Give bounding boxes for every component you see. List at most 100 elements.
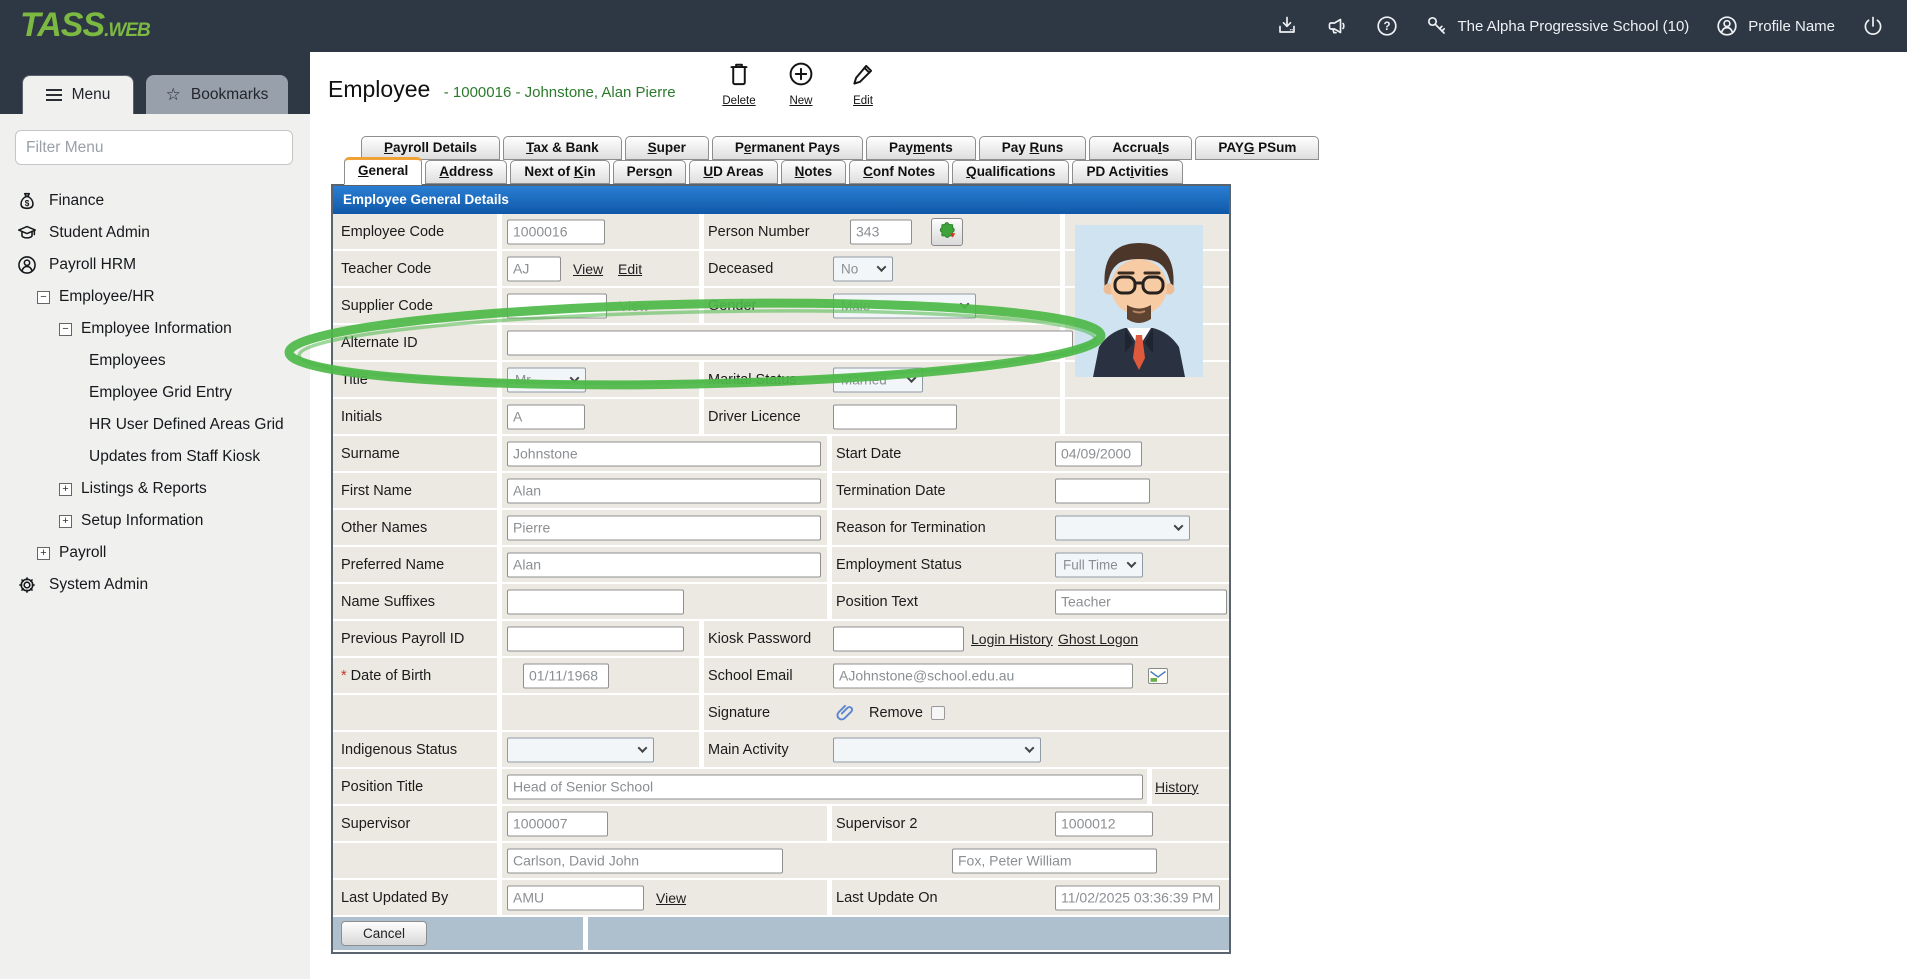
surname-input[interactable] <box>507 441 821 466</box>
cancel-button[interactable]: Cancel <box>341 921 427 946</box>
filter-menu-input[interactable] <box>15 130 293 165</box>
gender-select[interactable]: Male <box>833 293 976 318</box>
teacher-view-link[interactable]: View <box>573 261 603 277</box>
last-updated-by-input[interactable] <box>507 885 644 910</box>
reason-termination-select[interactable] <box>1055 515 1190 540</box>
start-date-input[interactable] <box>1055 441 1142 466</box>
supervisor-name-input[interactable] <box>507 848 783 873</box>
form-row: Last Updated ByViewLast Update On <box>333 880 1229 915</box>
sidebar-item-payroll[interactable]: + Payroll <box>0 537 310 569</box>
position-text-input[interactable] <box>1055 589 1227 614</box>
remove-checkbox[interactable] <box>931 706 945 720</box>
logout-power-icon[interactable] <box>1861 14 1885 38</box>
tab-tax-bank[interactable]: Tax & Bank <box>503 136 622 160</box>
tab-payments[interactable]: Payments <box>866 136 976 160</box>
previous-payroll-id-input[interactable] <box>507 626 684 651</box>
sidebar-item-finance[interactable]: $Finance <box>0 185 310 217</box>
deceased-select[interactable]: No <box>833 256 893 281</box>
title-select[interactable]: Mr <box>507 367 586 392</box>
collapse-icon[interactable]: − <box>59 323 72 336</box>
attachment-icon[interactable] <box>835 702 857 724</box>
divider <box>827 806 832 841</box>
divider <box>827 436 832 471</box>
termination-date-input[interactable] <box>1055 478 1150 503</box>
preferred-name-input[interactable] <box>507 552 821 577</box>
history-link[interactable]: History <box>1155 779 1199 795</box>
teacher-code-input[interactable] <box>507 256 561 281</box>
first-name-input[interactable] <box>507 478 821 503</box>
last-update-on-input[interactable] <box>1055 885 1220 910</box>
help-icon[interactable]: ? <box>1375 14 1399 38</box>
alternate-id-input[interactable] <box>507 330 1073 355</box>
download-icon[interactable] <box>1275 14 1299 38</box>
supervisor2-input[interactable] <box>1055 811 1153 836</box>
school-email-input[interactable] <box>833 663 1133 688</box>
sidebar-item-updates-from-staff-kiosk[interactable]: Updates from Staff Kiosk <box>0 441 310 473</box>
expand-icon[interactable]: + <box>59 483 72 496</box>
tab-pd-activities[interactable]: PD Activities <box>1072 160 1182 184</box>
new-button[interactable]: New <box>777 59 825 107</box>
expand-icon[interactable]: + <box>37 547 50 560</box>
kiosk-password-input[interactable] <box>833 626 964 651</box>
sidebar-item-employee-information[interactable]: −Employee Information <box>0 313 310 345</box>
expand-icon[interactable]: + <box>59 515 72 528</box>
tab-notes[interactable]: Notes <box>781 160 847 184</box>
announcements-icon[interactable] <box>1325 14 1349 38</box>
employment-status-select[interactable]: Full Time <box>1055 552 1143 577</box>
name-suffixes-input[interactable] <box>507 589 684 614</box>
ghost-logon-link[interactable]: Ghost Logon <box>1058 631 1138 647</box>
supervisor-input[interactable] <box>507 811 608 836</box>
people-picker-button[interactable] <box>931 218 963 246</box>
sidebar-item-student-admin[interactable]: Student Admin <box>0 217 310 249</box>
date-of-birth-input[interactable] <box>523 663 609 688</box>
profile-menu[interactable]: Profile Name <box>1715 14 1835 38</box>
supervisor2-name-input[interactable] <box>952 848 1157 873</box>
tab-bookmarks[interactable]: ☆ Bookmarks <box>146 75 288 114</box>
tab-ud-areas[interactable]: UD Areas <box>689 160 777 184</box>
other-names-input[interactable] <box>507 515 821 540</box>
driver-licence-input[interactable] <box>833 404 957 429</box>
selected-value: Male <box>841 298 870 313</box>
selected-value: Married <box>841 372 887 387</box>
sidebar-item-employee-hr[interactable]: −Employee/HR <box>0 281 310 313</box>
indigenous-status-select[interactable] <box>507 737 654 762</box>
tab-super[interactable]: Super <box>625 136 709 160</box>
edit-button[interactable]: Edit <box>839 59 887 107</box>
form-row <box>333 843 1229 878</box>
main-activity-select[interactable] <box>833 737 1041 762</box>
supplier-code-input[interactable] <box>507 293 607 318</box>
sidebar-item-setup-information[interactable]: +Setup Information <box>0 505 310 537</box>
login-history-link[interactable]: Login History <box>971 631 1053 647</box>
tab-conf-notes[interactable]: Conf Notes <box>849 160 949 184</box>
tab-person[interactable]: Person <box>613 160 687 184</box>
tab-general[interactable]: General <box>344 157 422 185</box>
position-title-input[interactable] <box>507 774 1143 799</box>
collapse-icon[interactable]: − <box>37 291 50 304</box>
delete-button[interactable]: Delete <box>715 59 763 107</box>
supplier-view-text: View <box>619 298 649 314</box>
tab-payg-psum[interactable]: PAYG PSum <box>1195 136 1319 160</box>
sidebar-item-hr-user-defined-areas-grid[interactable]: HR User Defined Areas Grid <box>0 409 310 441</box>
school-switcher[interactable]: The Alpha Progressive School (10) <box>1425 14 1690 38</box>
sidebar-item-listings-reports[interactable]: +Listings & Reports <box>0 473 310 505</box>
sidebar-item-employee-grid-entry[interactable]: Employee Grid Entry <box>0 377 310 409</box>
sidebar-item-payroll-hrm[interactable]: Payroll HRM <box>0 249 310 281</box>
employee-code-input[interactable] <box>507 219 605 244</box>
audit-view-link[interactable]: View <box>656 890 686 906</box>
tab-menu[interactable]: Menu <box>22 75 134 114</box>
tab-pay-runs[interactable]: Pay Runs <box>979 136 1087 160</box>
tab-accruals[interactable]: Accruals <box>1089 136 1192 160</box>
sidebar-item-label: Payroll <box>59 544 106 562</box>
tab-address[interactable]: Address <box>425 160 507 184</box>
tab-permanent-pays[interactable]: Permanent Pays <box>712 136 863 160</box>
teacher-edit-link[interactable]: Edit <box>618 261 642 277</box>
email-icon[interactable] <box>1146 665 1170 687</box>
tab-qualifications[interactable]: Qualifications <box>952 160 1069 184</box>
person-number-input[interactable] <box>850 219 912 244</box>
sidebar-item-system-admin[interactable]: System Admin <box>0 569 310 601</box>
profile-icon <box>1715 14 1739 38</box>
marital-status-select[interactable]: Married <box>833 367 923 392</box>
initials-input[interactable] <box>507 404 585 429</box>
sidebar-item-employees[interactable]: Employees <box>0 345 310 377</box>
tab-next-of-kin[interactable]: Next of Kin <box>510 160 609 184</box>
